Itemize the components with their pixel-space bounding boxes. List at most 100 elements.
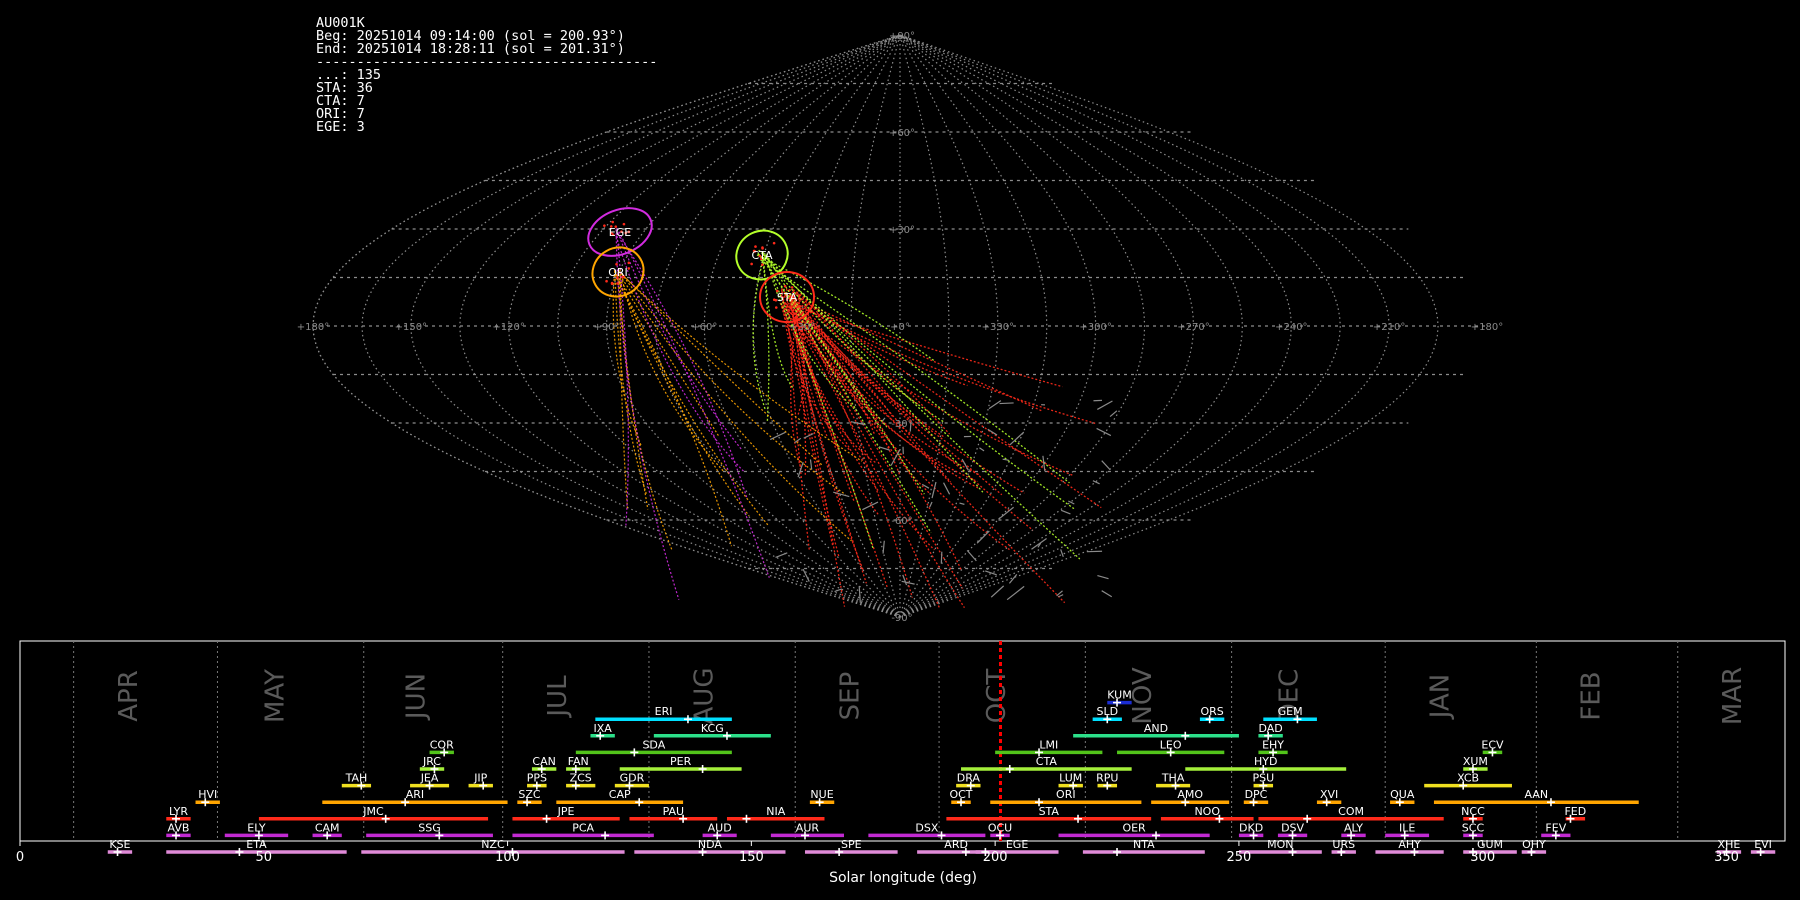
shower-label-gdr: GDR [620,772,645,785]
month-label: MAY [260,669,290,723]
shower-label-kse: KSE [109,838,130,851]
shower-label-zcs: ZCS [570,772,592,785]
shower-label-ohy: OHY [1522,838,1546,851]
x-tick-label: 100 [495,850,520,865]
shower-label-lmi: LMI [1039,738,1058,751]
shower-label-pps: PPS [527,772,547,785]
shower-label-leo: LEO [1160,738,1182,751]
shower-label-per: PER [670,755,692,768]
shower-label-xcb: XCB [1457,772,1479,785]
month-label: JUN [402,673,432,721]
x-tick-label: 350 [1714,850,1739,865]
shower-label-jmc: JMC [362,805,384,818]
shower-label-mon: MON [1267,838,1293,851]
timeline-x-label: Solar longitude (deg) [829,870,977,886]
shower-label-gem: GEM [1278,705,1303,718]
shower-label-ahy: AHY [1398,838,1421,851]
x-tick-label: 150 [739,850,764,865]
shower-label-qua: QUA [1390,788,1415,801]
shower-label-szc: SZC [518,788,541,801]
shower-label-dra: DRA [957,772,981,785]
shower-label-rpu: RPU [1096,772,1118,785]
shower-label-lum: LUM [1059,772,1082,785]
shower-label-oct: OCT [949,788,972,801]
shower-label-avb: AVB [168,821,190,834]
shower-label-noo: NOO [1194,805,1220,818]
shower-label-dad: DAD [1258,722,1282,735]
shower-label-ssg: SSG [418,821,441,834]
shower-label-urs: URS [1332,838,1355,851]
shower-label-nia: NIA [766,805,785,818]
shower-label-tah: TAH [345,772,368,785]
shower-label-xvi: XVI [1320,788,1338,801]
shower-label-hvi: HVI [198,788,217,801]
shower-label-jea: JEA [420,772,439,785]
shower-label-cta: CTA [1036,755,1058,768]
month-label: JUL [543,675,573,719]
shower-label-kum: KUM [1107,689,1131,702]
shower-label-scc: SCC [1462,821,1485,834]
shower-label-can: CAN [532,755,555,768]
shower-label-oer: OER [1122,821,1146,834]
x-tick-label: 200 [983,850,1008,865]
shower-label-ely: ELY [247,821,266,834]
shower-label-fev: FEV [1545,821,1566,834]
shower-label-nta: NTA [1133,838,1155,851]
shower-label-sld: SLD [1096,705,1118,718]
x-tick-label: 250 [1227,850,1252,865]
shower-label-psu: PSU [1252,772,1274,785]
shower-label-ori: ORI [1056,788,1076,801]
shower-label-ard: ARD [944,838,968,851]
shower-label-jrc: JRC [422,755,441,768]
shower-bars: KUM ERI SLD ORS GEM IXA KCG AND DAD COR SDA LMI LEO E… [107,689,1776,856]
shower-label-nue: NUE [810,788,833,801]
shower-label-pau: PAU [663,805,685,818]
shower-label-fan: FAN [568,755,589,768]
shower-label-dsv: DSV [1281,821,1304,834]
month-label: OCT [982,669,1012,724]
shower-timeline-chart: APR MAY JUN JUL AUG SEP OCT NOV DEC JAN FEB MAR KUM… [16,640,1786,886]
x-tick-label: 300 [1470,850,1495,865]
shower-label-ocu: OCU [988,821,1012,834]
shower-label-sta: STA [1039,805,1060,818]
month-label: APR [114,670,144,722]
shower-label-nda: NDA [698,838,723,851]
month-label: JAN [1426,674,1456,720]
shower-label-cor: COR [430,738,454,751]
shower-label-eri: ERI [655,705,673,718]
shower-label-jip: JIP [473,772,487,785]
month-label: NOV [1128,667,1158,724]
month-label: MAR [1718,667,1748,725]
shower-label-ors: ORS [1200,705,1223,718]
shower-label-dkd: DKD [1239,821,1263,834]
month-label: SEP [836,672,866,721]
shower-label-pca: PCA [572,821,594,834]
shower-label-jpe: JPE [557,805,575,818]
shower-label-fed: FED [1564,805,1586,818]
shower-label-amo: AMO [1177,788,1203,801]
shower-label-evi: EVI [1754,838,1772,851]
shower-label-ncc: NCC [1461,805,1485,818]
shower-label-cam: CAM [315,821,340,834]
shower-label-aan: AAN [1525,788,1549,801]
shower-label-dpc: DPC [1245,788,1268,801]
shower-label-aud: AUD [708,821,732,834]
shower-label-dsx: DSX [915,821,938,834]
shower-label-ecv: ECV [1481,738,1504,751]
month-label: FEB [1577,671,1607,720]
shower-label-tha: THA [1161,772,1185,785]
shower-label-aur: AUR [796,821,820,834]
shower-label-ari: ARI [406,788,424,801]
shower-label-lyr: LYR [169,805,188,818]
x-tick-label: 50 [256,850,273,865]
shower-label-spe: SPE [841,838,862,851]
shower-label-kcg: KCG [701,722,724,735]
shower-label-com: COM [1338,805,1364,818]
shower-label-cap: CAP [609,788,631,801]
shower-label-xum: XUM [1463,755,1488,768]
x-tick-label: 0 [16,850,24,865]
shower-label-hyd: HYD [1254,755,1277,768]
shower-label-ixa: IXA [593,722,612,735]
shower-label-and: AND [1144,722,1168,735]
shower-label-sda: SDA [642,738,665,751]
